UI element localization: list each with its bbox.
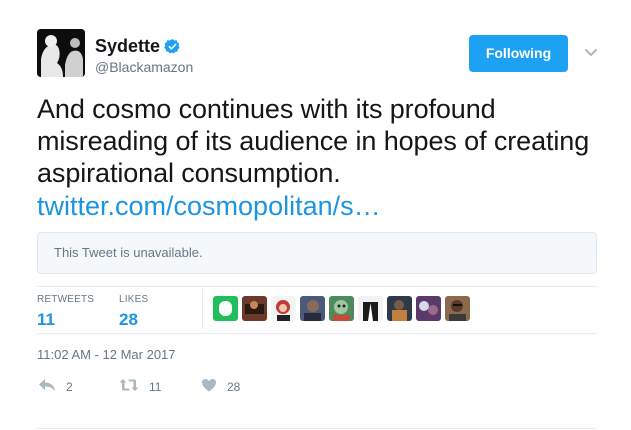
retweets-stat[interactable]: RETWEETS 11 [37, 294, 94, 330]
reply-icon [38, 378, 56, 397]
retweet-icon [119, 378, 139, 397]
tweet-card: Sydette @Blackamazon Following And cosmo… [0, 0, 631, 430]
liker-avatar[interactable] [213, 296, 238, 321]
author-avatar[interactable] [37, 29, 85, 77]
heart-icon [201, 378, 217, 397]
liker-avatar[interactable] [300, 296, 325, 321]
tweet-timestamp[interactable]: 11:02 AM - 12 Mar 2017 [37, 347, 176, 363]
retweet-count: 11 [149, 380, 162, 394]
like-count: 28 [227, 380, 241, 394]
reply-button[interactable]: 2 [38, 378, 73, 396]
author-name[interactable]: Sydette [95, 35, 181, 60]
quoted-tweet-unavailable: This Tweet is unavailable. [37, 232, 597, 274]
chevron-down-icon[interactable] [583, 44, 599, 60]
reply-count: 2 [66, 380, 73, 394]
tweet-bottom-divider [37, 428, 597, 429]
tweet-text: And cosmo continues with its profound mi… [37, 94, 590, 188]
author-handle[interactable]: @Blackamazon [95, 58, 193, 76]
liker-avatar[interactable] [387, 296, 412, 321]
author-display-name[interactable]: Sydette [95, 36, 160, 56]
verified-badge-icon [164, 38, 181, 60]
stats-bottom-divider [37, 333, 597, 334]
likes-label: LIKES [119, 294, 149, 305]
liker-avatar[interactable] [271, 296, 296, 321]
like-button[interactable]: 28 [201, 378, 240, 396]
tweet-link[interactable]: twitter.com/cosmopolitan/s… [37, 190, 381, 222]
liker-avatar[interactable] [329, 296, 354, 321]
likes-stat[interactable]: LIKES 28 [119, 294, 148, 330]
following-button[interactable]: Following [469, 35, 568, 72]
likes-count[interactable]: 28 [119, 310, 148, 330]
liker-avatar[interactable] [416, 296, 441, 321]
liker-avatar[interactable] [242, 296, 267, 321]
retweets-label: RETWEETS [37, 294, 95, 305]
liker-avatar[interactable] [358, 296, 383, 321]
liker-avatar[interactable] [445, 296, 470, 321]
stats-separator [202, 289, 203, 329]
retweet-button[interactable]: 11 [119, 378, 161, 396]
retweets-count[interactable]: 11 [37, 310, 94, 330]
stats-top-divider [37, 286, 597, 287]
